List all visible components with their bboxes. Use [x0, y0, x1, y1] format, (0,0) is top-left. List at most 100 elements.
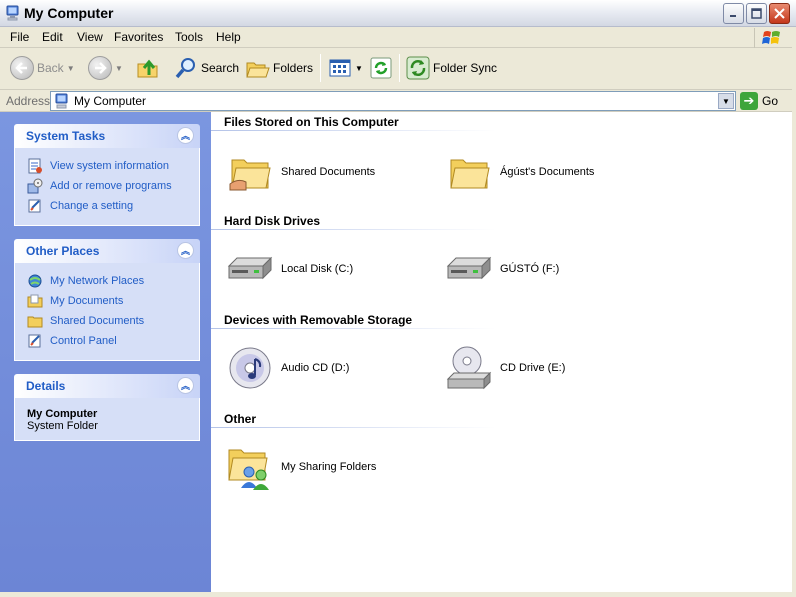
maximize-icon	[751, 8, 762, 19]
details-name: My Computer	[27, 408, 98, 420]
item-label: CD Drive (E:)	[500, 362, 566, 374]
add-remove-programs-icon	[27, 178, 43, 194]
windows-logo-icon	[754, 28, 788, 48]
place-my-network-places[interactable]: My Network Places	[27, 271, 189, 291]
address-bar: Address My Computer ▼ ➔ Go	[0, 90, 796, 112]
folders-label: Folders	[273, 61, 314, 75]
menu-file[interactable]: File	[10, 30, 29, 44]
up-folder-icon	[137, 59, 158, 78]
item-cd-drive-e[interactable]: CD Drive (E:)	[446, 345, 565, 391]
folder-sync-icon	[406, 56, 430, 80]
sharing-folders-icon	[227, 444, 273, 490]
collapse-icon[interactable]: ︽	[177, 377, 194, 394]
task-change-setting[interactable]: Change a setting	[27, 196, 189, 216]
place-label: Control Panel	[50, 335, 117, 347]
hard-drive-icon	[227, 246, 273, 292]
go-button[interactable]: ➔ Go	[740, 91, 778, 111]
cd-drive-icon	[446, 345, 492, 391]
group-divider	[211, 328, 496, 329]
system-info-icon	[28, 158, 42, 174]
minimize-icon	[730, 15, 736, 17]
window-frame-bottom	[0, 592, 796, 597]
up-button[interactable]	[136, 53, 160, 83]
folders-button[interactable]: Folders	[246, 53, 313, 83]
menu-edit[interactable]: Edit	[42, 30, 63, 44]
shared-folder-icon	[227, 149, 273, 195]
views-icon	[329, 59, 351, 77]
place-my-documents[interactable]: My Documents	[27, 291, 189, 311]
collapse-icon[interactable]: ︽	[177, 127, 194, 144]
place-control-panel[interactable]: Control Panel	[27, 331, 189, 351]
item-label: Ágúst's Documents	[500, 166, 595, 178]
search-icon	[175, 58, 195, 79]
group-title-removable: Devices with Removable Storage	[224, 313, 413, 327]
task-view-system-info[interactable]: View system information	[27, 156, 189, 176]
maximize-button[interactable]	[746, 3, 767, 24]
my-computer-icon	[6, 5, 19, 21]
sync-icon	[370, 57, 392, 79]
group-title-files: Files Stored on This Computer	[224, 115, 399, 129]
item-label: Audio CD (D:)	[281, 362, 350, 374]
window-frame-right	[792, 27, 796, 597]
toolbar-separator	[399, 54, 400, 82]
audio-cd-icon	[227, 345, 273, 391]
item-gusto-f[interactable]: GÚSTÓ (F:)	[446, 246, 559, 292]
toolbar: Back ▼ ▼ Search Folders ▼ Folder Sync	[0, 48, 796, 90]
place-label: My Network Places	[50, 275, 145, 287]
views-button[interactable]: ▼	[328, 53, 363, 83]
place-label: My Documents	[50, 295, 124, 307]
place-shared-documents[interactable]: Shared Documents	[27, 311, 189, 331]
task-add-remove-programs[interactable]: Add or remove programs	[27, 176, 189, 196]
details-header[interactable]: Details ︽	[14, 374, 200, 398]
search-button[interactable]: Search	[174, 53, 239, 83]
back-button[interactable]: Back ▼	[10, 53, 75, 83]
item-shared-documents[interactable]: Shared Documents	[227, 149, 375, 195]
back-label: Back	[37, 61, 64, 75]
menu-favorites[interactable]: Favorites	[114, 30, 163, 44]
address-label: Address	[6, 94, 51, 108]
control-panel-icon	[28, 199, 41, 213]
other-places-title: Other Places	[26, 244, 100, 258]
menu-bar: File Edit View Favorites Tools Help	[0, 27, 796, 48]
shared-documents-icon	[27, 316, 43, 328]
menu-tools[interactable]: Tools	[175, 30, 203, 44]
forward-button[interactable]: ▼	[88, 53, 123, 83]
other-places-header[interactable]: Other Places ︽	[14, 239, 200, 263]
sync-button[interactable]	[370, 53, 392, 83]
close-icon	[774, 8, 785, 19]
my-documents-icon	[27, 294, 43, 308]
task-pane: System Tasks ︽ View system information A…	[0, 112, 211, 592]
item-audio-cd-d[interactable]: Audio CD (D:)	[227, 345, 349, 391]
search-label: Search	[201, 61, 240, 75]
network-places-icon	[28, 274, 42, 288]
address-field[interactable]: My Computer ▼	[50, 91, 736, 111]
menu-view[interactable]: View	[77, 30, 103, 44]
task-label: Change a setting	[50, 200, 134, 212]
system-tasks-header[interactable]: System Tasks ︽	[14, 124, 200, 148]
close-button[interactable]	[769, 3, 790, 24]
hard-drive-icon	[446, 246, 492, 292]
minimize-button[interactable]	[723, 3, 744, 24]
folder-icon	[446, 149, 492, 195]
folder-sync-button[interactable]: Folder Sync	[406, 53, 497, 83]
item-local-disk-c[interactable]: Local Disk (C:)	[227, 246, 353, 292]
item-label: Local Disk (C:)	[281, 263, 354, 275]
content-area: Files Stored on This Computer Shared Doc…	[211, 112, 792, 592]
toolbar-separator	[320, 54, 321, 82]
address-dropdown-button[interactable]: ▼	[718, 93, 734, 109]
details-type: System Folder	[27, 420, 98, 432]
control-panel-icon	[28, 334, 41, 348]
menu-help[interactable]: Help	[216, 30, 241, 44]
task-label: Add or remove programs	[50, 180, 172, 192]
item-my-sharing-folders[interactable]: My Sharing Folders	[227, 444, 376, 490]
chevron-down-icon: ▼	[115, 63, 123, 73]
item-agusts-documents[interactable]: Ágúst's Documents	[446, 149, 594, 195]
folder-sync-label: Folder Sync	[433, 61, 498, 75]
other-places-panel: Other Places ︽ My Network Places My Docu…	[14, 239, 200, 361]
group-divider	[211, 427, 496, 428]
details-title: Details	[26, 379, 66, 393]
collapse-icon[interactable]: ︽	[177, 242, 194, 259]
back-arrow-icon	[10, 56, 34, 80]
address-value: My Computer	[74, 94, 147, 108]
window-title: My Computer	[24, 5, 114, 21]
